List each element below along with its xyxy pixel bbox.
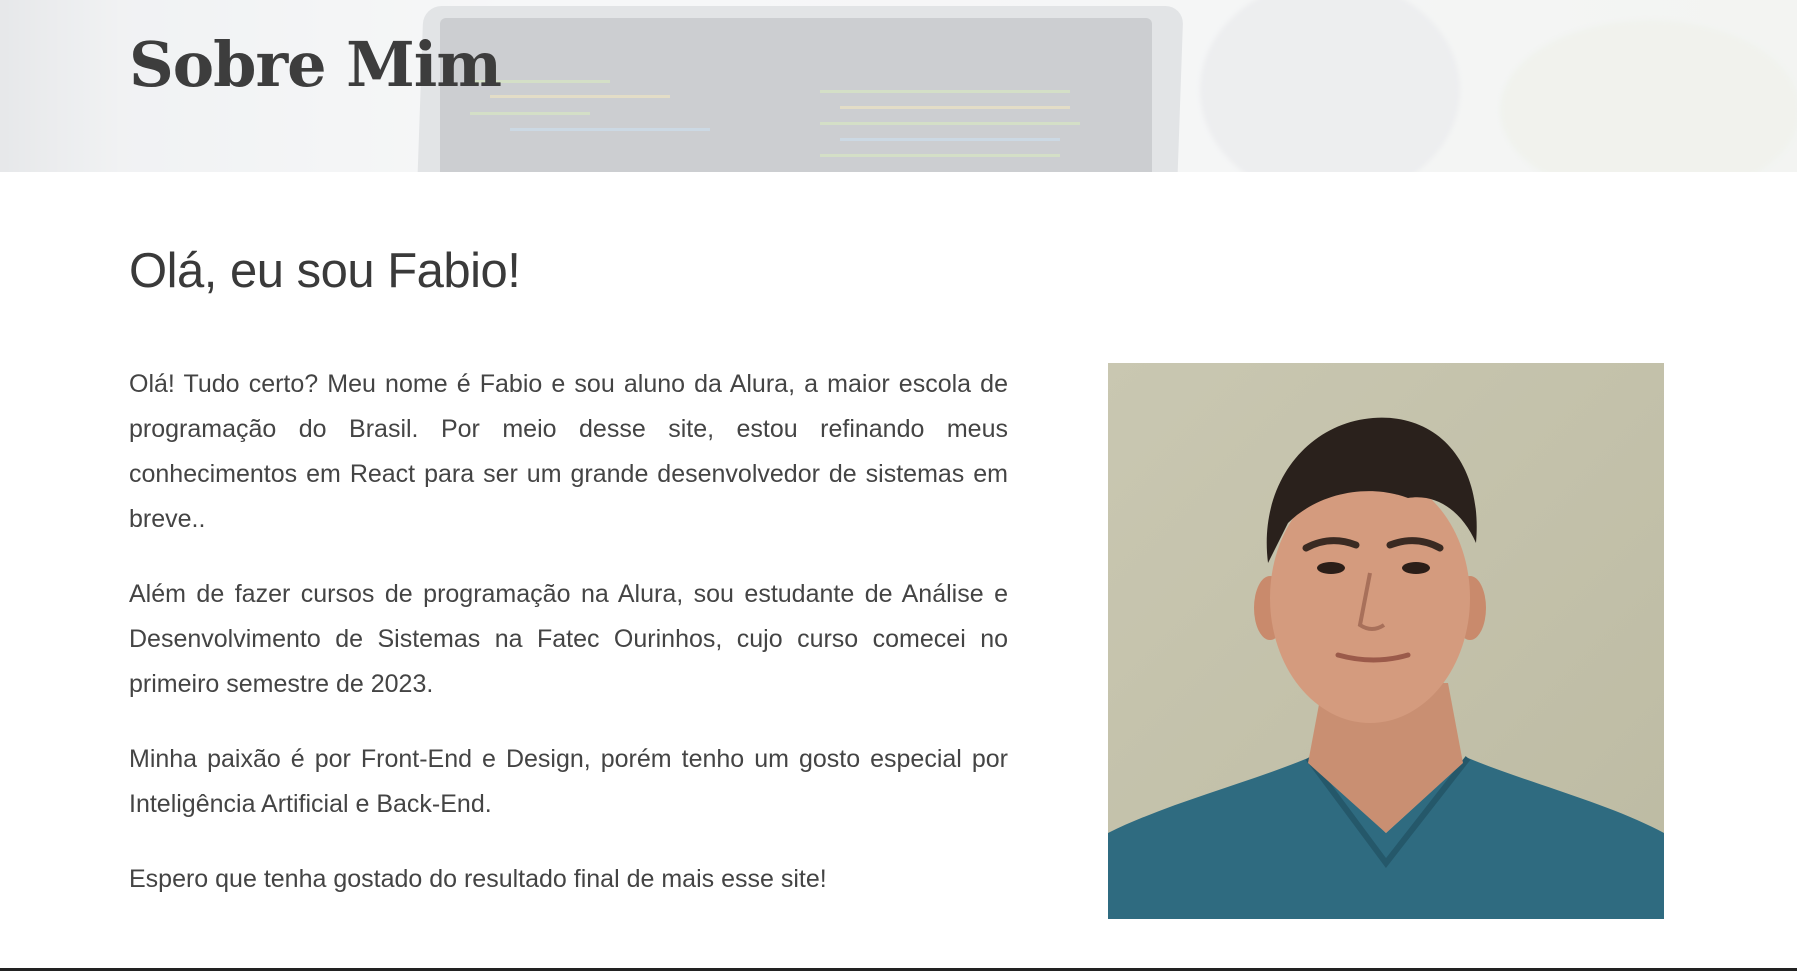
profile-photo xyxy=(1108,363,1664,919)
bio-paragraph-2: Além de fazer cursos de programação na A… xyxy=(129,580,1008,698)
bio-paragraph-3: Minha paixão é por Front-End e Design, p… xyxy=(129,745,1008,818)
profile-photo-illustration xyxy=(1108,363,1664,919)
bio-paragraph-4: Espero que tenha gostado do resultado fi… xyxy=(129,865,827,893)
header-banner: Sobre Mim xyxy=(0,0,1797,172)
greeting-heading: Olá, eu sou Fabio! xyxy=(129,244,521,298)
page-title: Sobre Mim xyxy=(129,28,502,101)
bio-text: Olá! Tudo certo? Meu nome é Fabio e sou … xyxy=(129,362,1008,932)
bio-paragraph-1: Olá! Tudo certo? Meu nome é Fabio e sou … xyxy=(129,370,1008,533)
